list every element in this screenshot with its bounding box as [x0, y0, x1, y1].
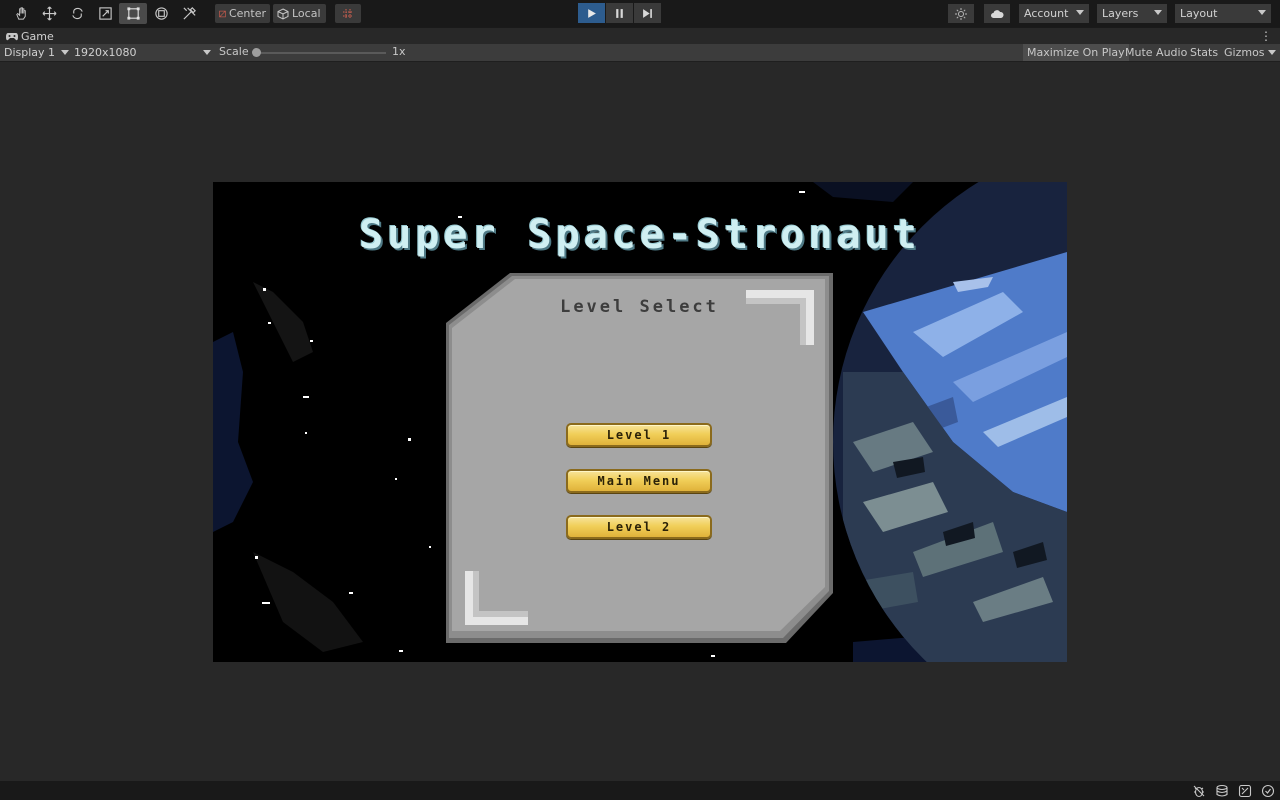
gamepad-icon [6, 32, 18, 40]
stats-toggle[interactable]: Stats [1186, 44, 1222, 61]
level-2-button[interactable]: Level 2 [566, 515, 712, 539]
chevron-down-icon [203, 50, 211, 55]
layers-label: Layers [1102, 7, 1139, 20]
rect-icon[interactable] [119, 3, 147, 24]
bug-icon[interactable] [1192, 784, 1206, 798]
layout-label: Layout [1180, 7, 1218, 20]
panel-frame [446, 273, 833, 643]
tab-game[interactable]: Game [0, 28, 60, 44]
stats-label: Stats [1190, 46, 1219, 59]
chevron-down-icon [1268, 50, 1276, 55]
rotate-icon[interactable] [63, 3, 91, 24]
chevron-down-icon [61, 50, 69, 55]
more-options-icon[interactable]: ⋮ [1260, 29, 1272, 43]
transform-icon[interactable] [147, 3, 175, 24]
move-icon[interactable] [35, 3, 63, 24]
lighting-icon[interactable] [948, 4, 974, 23]
play-icon[interactable] [578, 3, 605, 23]
game-controls-bar: Display 1 1920x1080 Scale 1x Maximize On… [0, 44, 1280, 62]
tab-game-label: Game [21, 29, 54, 43]
chevron-down-icon [1076, 10, 1084, 15]
display-dropdown[interactable]: Display 1 [4, 44, 70, 61]
pivot-mode-button[interactable]: Center [215, 4, 270, 23]
chevron-down-icon [1258, 10, 1266, 15]
level-select-panel: Level Select Level 1 Main Menu Level 2 [446, 273, 833, 643]
cube-icon [277, 7, 289, 20]
scale-slider-handle[interactable] [252, 48, 261, 57]
maximize-on-play-toggle[interactable]: Maximize On Play [1023, 44, 1129, 61]
gizmos-toggle[interactable]: Gizmos [1220, 44, 1269, 61]
chevron-down-icon [1154, 10, 1162, 15]
resolution-dropdown[interactable]: 1920x1080 [74, 44, 214, 61]
game-tab-bar: Game ⋮ [0, 27, 1280, 44]
gizmos-label: Gizmos [1224, 46, 1265, 59]
maximize-on-play-label: Maximize On Play [1027, 46, 1125, 59]
level-1-button[interactable]: Level 1 [566, 423, 712, 447]
step-icon[interactable] [634, 3, 661, 23]
mute-audio-toggle[interactable]: Mute Audio [1121, 44, 1191, 61]
status-bar [0, 781, 1280, 800]
network-icon[interactable] [1238, 784, 1252, 798]
panel-title: Level Select [560, 297, 719, 317]
account-label: Account [1024, 7, 1069, 20]
game-view[interactable]: Super Space-Stronaut Level Select Level … [213, 182, 1067, 662]
hand-icon[interactable] [7, 3, 35, 24]
mute-audio-label: Mute Audio [1125, 46, 1188, 59]
pivot-mode-label: Center [228, 7, 266, 20]
account-dropdown[interactable]: Account [1019, 4, 1089, 23]
scale-label: Scale [219, 45, 249, 58]
pause-icon[interactable] [606, 3, 633, 23]
grid-snap-icon[interactable] [335, 4, 361, 23]
main-menu-button[interactable]: Main Menu [566, 469, 712, 493]
gizmos-dropdown[interactable] [1266, 44, 1278, 61]
game-title: Super Space-Stronaut [359, 212, 921, 258]
main-toolbar: Center Local Account Layers Layout [0, 0, 1280, 27]
pivot-rotation-button[interactable]: Local [273, 4, 326, 23]
custom-tool-icon[interactable] [175, 3, 203, 24]
layers-stack-icon[interactable] [1215, 784, 1229, 798]
resolution-label: 1920x1080 [74, 46, 137, 59]
cloud-icon[interactable] [984, 4, 1010, 23]
pivot-rotation-label: Local [292, 7, 321, 20]
pivot-center-icon [219, 10, 226, 17]
display-label: Display 1 [4, 46, 56, 59]
scale-slider-track[interactable] [256, 52, 386, 54]
play-controls [578, 3, 661, 23]
transform-tools [7, 3, 203, 24]
scale-value: 1x [392, 45, 406, 58]
check-circle-icon[interactable] [1261, 784, 1275, 798]
layout-dropdown[interactable]: Layout [1175, 4, 1271, 23]
layers-dropdown[interactable]: Layers [1097, 4, 1167, 23]
scale-icon[interactable] [91, 3, 119, 24]
